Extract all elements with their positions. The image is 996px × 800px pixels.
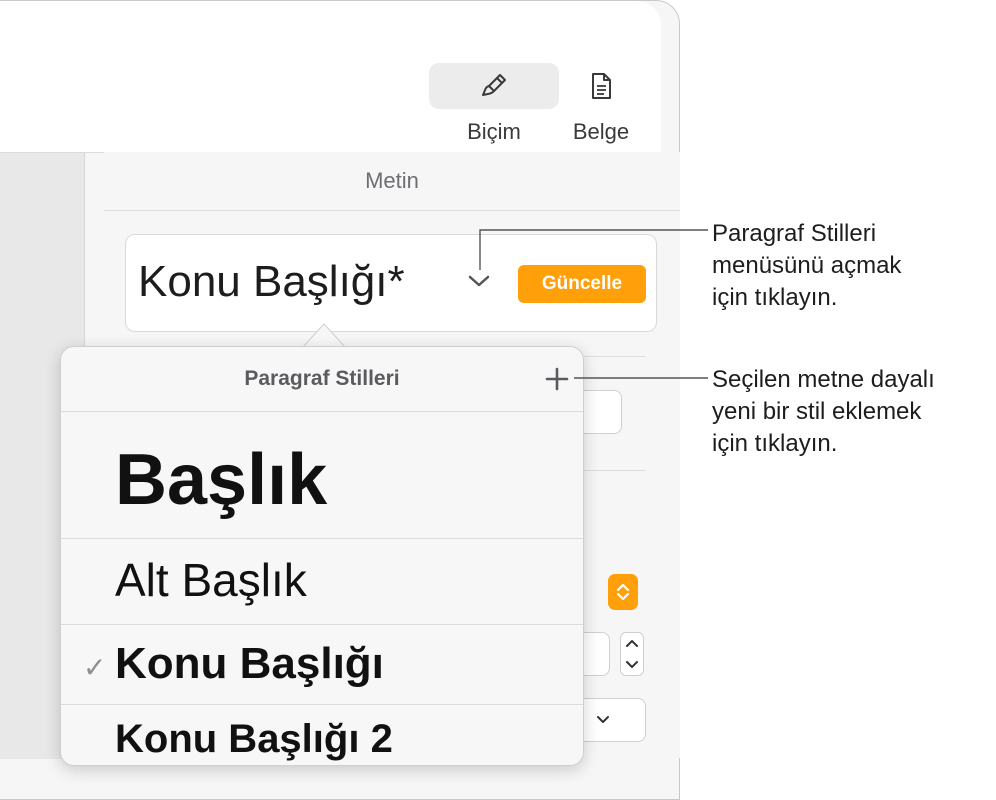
document-icon [592, 73, 611, 99]
style-item-baslik[interactable]: Başlık [61, 411, 583, 539]
add-callout-leader [574, 377, 708, 379]
menu-callout-leader [479, 229, 708, 270]
style-item-label: Konu Başlığı 2 [115, 717, 393, 761]
paintbrush-icon [482, 74, 506, 96]
document-button-pill[interactable] [536, 63, 666, 109]
callout-line: için tıklayın. [712, 430, 838, 457]
toolbar: Biçim Belge [0, 1, 661, 153]
callout-line: Paragraf Stilleri [712, 220, 877, 247]
style-item-label: Alt Başlık [115, 554, 307, 606]
popover-header: Paragraf Stilleri [61, 347, 583, 412]
document-button-label: Belge [572, 119, 630, 144]
divider [584, 470, 646, 471]
popover-arrow [302, 323, 346, 348]
checkmark-icon: ✓ [83, 652, 107, 683]
up-down-chevron-icon [626, 640, 638, 668]
document-button[interactable]: Belge [536, 63, 666, 149]
style-item-label: Başlık [115, 440, 328, 520]
add-style-callout: Seçilen metne dayalı yeni bir stil eklem… [712, 364, 935, 460]
chevron-down-icon[interactable] [466, 271, 492, 291]
plus-icon[interactable] [541, 363, 573, 395]
callout-line: Seçilen metne dayalı [712, 366, 935, 393]
callout-line: menüsünü açmak [712, 252, 902, 279]
style-item-konu-basligi-2[interactable]: Konu Başlığı 2 [61, 705, 583, 785]
menu-callout: Paragraf Stilleri menüsünü açmak için tı… [712, 218, 901, 314]
tab-text[interactable]: Metin [104, 152, 680, 211]
font-size-stepper[interactable] [620, 632, 644, 676]
style-item-label: Konu Başlığı [115, 639, 384, 688]
font-popup-button[interactable] [608, 574, 638, 610]
divider [584, 356, 646, 357]
style-item-alt-baslik[interactable]: Alt Başlık [61, 539, 583, 625]
current-style-name[interactable]: Konu Başlığı* [138, 257, 405, 307]
chevron-down-icon [597, 716, 609, 723]
style-item-konu-basligi[interactable]: ✓ Konu Başlığı [61, 625, 583, 705]
paragraph-styles-popover: Paragraf Stilleri Başlık Alt Başlık ✓ Ko… [60, 346, 584, 766]
popover-title: Paragraf Stilleri [244, 367, 400, 390]
callout-line: yeni bir stil eklemek [712, 398, 922, 425]
callout-line: için tıklayın. [712, 284, 838, 311]
up-down-chevron-icon [616, 583, 630, 601]
